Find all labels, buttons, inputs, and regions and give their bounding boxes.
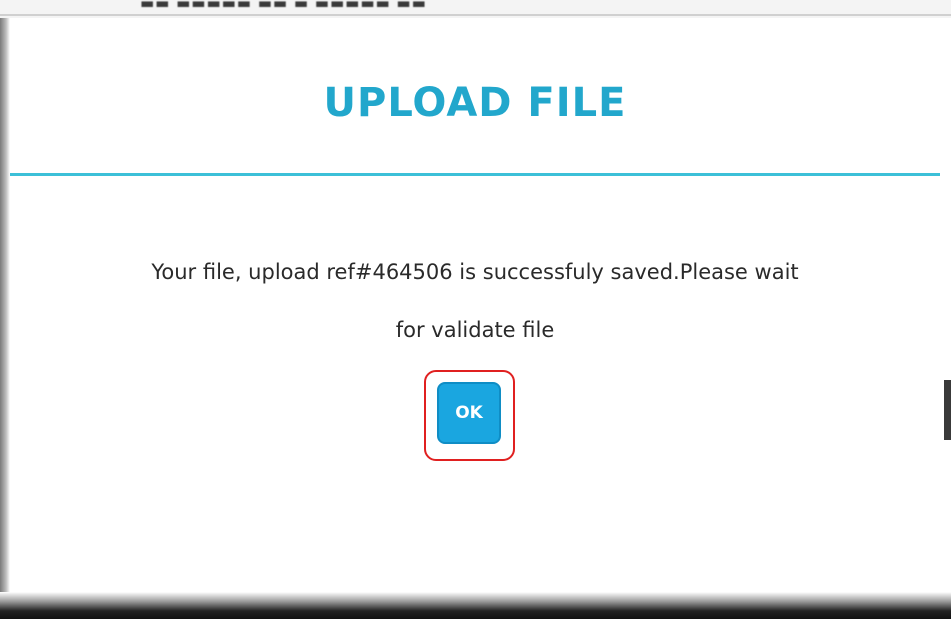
background-page-text: ▬▬ ▬▬▬▬▬ ▬▬ ▬ ▬▬▬▬▬ ▬▬: [140, 0, 427, 12]
upload-file-dialog: UPLOAD FILE Your file, upload ref#464506…: [10, 18, 940, 592]
background-scroll-mark: [944, 380, 951, 440]
dialog-right-edge: [940, 18, 951, 618]
dialog-title: UPLOAD FILE: [323, 80, 627, 126]
dialog-message: Your file, upload ref#464506 is successf…: [50, 243, 900, 359]
background-page-strip: ▬▬ ▬▬▬▬▬ ▬▬ ▬ ▬▬▬▬▬ ▬▬: [0, 0, 951, 18]
dialog-bottom-shadow: [0, 592, 951, 619]
title-divider: [10, 173, 940, 176]
dialog-message-line-2: for validate file: [395, 318, 555, 342]
ok-button[interactable]: OK: [437, 382, 501, 444]
dialog-left-shadow: [0, 18, 10, 608]
dialog-message-line-1: Your file, upload ref#464506 is successf…: [151, 260, 799, 284]
background-page-line: [0, 14, 951, 16]
